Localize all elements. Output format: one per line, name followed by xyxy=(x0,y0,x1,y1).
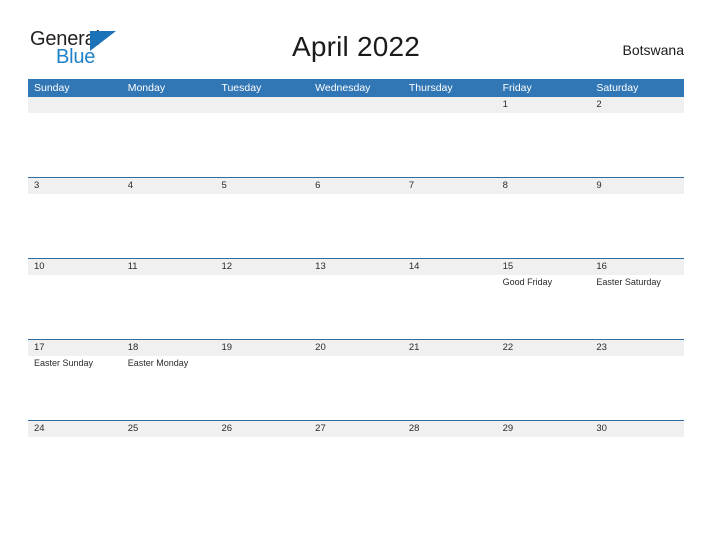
weekday-header-friday: Friday xyxy=(502,82,532,94)
day-number-9[interactable]: 9 xyxy=(590,178,684,194)
day-number-16[interactable]: 16 xyxy=(590,259,684,275)
day-number-25[interactable]: 25 xyxy=(122,421,216,437)
day-number-29[interactable]: 29 xyxy=(497,421,591,437)
day-cell-empty xyxy=(403,113,497,177)
weekday-header-saturday: Saturday xyxy=(596,82,639,94)
calendar-week-row: 10 11 12 13 14 15 16 Good Friday Easter Saturday xyxy=(28,258,684,339)
weekday-header-row: Sunday Monday Tuesday Wednesday Thursday Frid… xyxy=(28,79,684,97)
day-cell-empty xyxy=(309,194,403,258)
page-title: April 2022 xyxy=(291,31,421,62)
day-cell-empty xyxy=(28,437,122,501)
day-number-17[interactable]: 17 xyxy=(28,340,122,356)
day-cell-empty xyxy=(497,194,591,258)
weekday-header-monday: Monday xyxy=(127,82,166,94)
week-date-strip: 17 18 19 20 21 22 23 xyxy=(28,340,684,356)
day-cell-empty xyxy=(28,194,122,258)
day-number-21[interactable]: 21 xyxy=(403,340,497,356)
day-cell-empty xyxy=(590,194,684,258)
week-event-strip xyxy=(28,113,684,177)
day-number-23[interactable]: 23 xyxy=(590,340,684,356)
calendar-week-row: 24 25 26 27 28 29 30 xyxy=(28,420,684,501)
holiday-label: Easter Monday xyxy=(127,358,189,368)
day-cell-empty xyxy=(403,194,497,258)
day-cell-empty xyxy=(590,437,684,501)
day-cell-empty xyxy=(497,356,591,420)
day-cell-empty xyxy=(28,275,122,339)
day-cell-empty xyxy=(215,113,309,177)
day-number-2[interactable]: 2 xyxy=(590,97,684,113)
holiday-label: Easter Saturday xyxy=(596,277,661,287)
week-event-strip xyxy=(28,437,684,501)
weekday-header-thursday: Thursday xyxy=(408,82,453,94)
calendar-week-row: 3456789 xyxy=(28,177,684,258)
week-event-strip: Easter Sunday Easter Monday xyxy=(28,356,684,420)
weekday-header-wednesday: Wednesday xyxy=(315,82,371,94)
day-cell-empty xyxy=(215,275,309,339)
day-cell-empty xyxy=(309,113,403,177)
day-number-24[interactable]: 24 xyxy=(28,421,122,437)
day-cell-empty xyxy=(122,275,216,339)
day-number-27[interactable]: 27 xyxy=(309,421,403,437)
day-cell-empty xyxy=(590,356,684,420)
day-number-30[interactable]: 30 xyxy=(590,421,684,437)
day-cell-empty xyxy=(122,113,216,177)
day-number-26[interactable]: 26 xyxy=(215,421,309,437)
day-cell-empty xyxy=(215,194,309,258)
day-number-20[interactable]: 20 xyxy=(309,340,403,356)
day-number-14[interactable]: 14 xyxy=(403,259,497,275)
week-event-strip xyxy=(28,194,684,258)
day-cell-empty xyxy=(28,113,122,177)
week-date-strip: 24 25 26 27 28 29 30 xyxy=(28,421,684,437)
day-number-3[interactable]: 3 xyxy=(28,178,122,194)
day-number-18[interactable]: 18 xyxy=(122,340,216,356)
day-number-empty xyxy=(215,97,309,113)
day-cell-empty xyxy=(309,356,403,420)
day-cell-empty xyxy=(309,437,403,501)
day-number-empty xyxy=(122,97,216,113)
calendar-grid: Sunday Monday Tuesday Wednesday Thursday Frid… xyxy=(28,79,684,501)
day-number-13[interactable]: 13 xyxy=(309,259,403,275)
day-cell-empty xyxy=(403,275,497,339)
day-cell-empty xyxy=(122,437,216,501)
day-cell-empty xyxy=(497,437,591,501)
day-number-12[interactable]: 12 xyxy=(215,259,309,275)
day-number-7[interactable]: 7 xyxy=(403,178,497,194)
day-cell-empty xyxy=(403,356,497,420)
weekday-header-sunday: Sunday xyxy=(34,82,70,94)
day-number-10[interactable]: 10 xyxy=(28,259,122,275)
country-label: Botswana xyxy=(622,42,684,58)
day-number-15[interactable]: 15 xyxy=(497,259,591,275)
day-number-empty xyxy=(28,97,122,113)
day-number-8[interactable]: 8 xyxy=(497,178,591,194)
day-number-22[interactable]: 22 xyxy=(497,340,591,356)
day-number-empty xyxy=(403,97,497,113)
day-number-28[interactable]: 28 xyxy=(403,421,497,437)
day-number-11[interactable]: 11 xyxy=(122,259,216,275)
week-date-strip: 3456789 xyxy=(28,178,684,194)
calendar-week-row: 12 xyxy=(28,97,684,177)
day-cell-empty xyxy=(309,275,403,339)
day-cell-empty xyxy=(215,437,309,501)
weekday-header-tuesday: Tuesday xyxy=(221,82,262,94)
holiday-label: Easter Sunday xyxy=(34,358,94,368)
day-cell-empty xyxy=(590,113,684,177)
day-cell-empty xyxy=(403,437,497,501)
page-header: General Blue April 2022 Botswana xyxy=(0,0,712,78)
day-number-19[interactable]: 19 xyxy=(215,340,309,356)
day-cell-empty xyxy=(497,113,591,177)
holiday-label: Good Friday xyxy=(502,277,553,287)
week-event-strip: Good Friday Easter Saturday xyxy=(28,275,684,339)
week-date-strip: 12 xyxy=(28,97,684,113)
day-number-4[interactable]: 4 xyxy=(122,178,216,194)
day-number-empty xyxy=(309,97,403,113)
day-number-6[interactable]: 6 xyxy=(309,178,403,194)
day-number-5[interactable]: 5 xyxy=(215,178,309,194)
day-cell-empty xyxy=(215,356,309,420)
week-date-strip: 10 11 12 13 14 15 16 xyxy=(28,259,684,275)
day-cell-empty xyxy=(122,194,216,258)
calendar-week-row: 17 18 19 20 21 22 23 Easter Sunday Easter Monday xyxy=(28,339,684,420)
calendar-weeks: 1 2 3 4 5 6 7 8 9 10 11 12 13 14 15 16 Good Friday Easter… xyxy=(28,97,684,501)
day-number-1[interactable]: 1 xyxy=(497,97,591,113)
calendar-page: General Blue April 2022 Botswana Sunday M… xyxy=(0,0,712,550)
